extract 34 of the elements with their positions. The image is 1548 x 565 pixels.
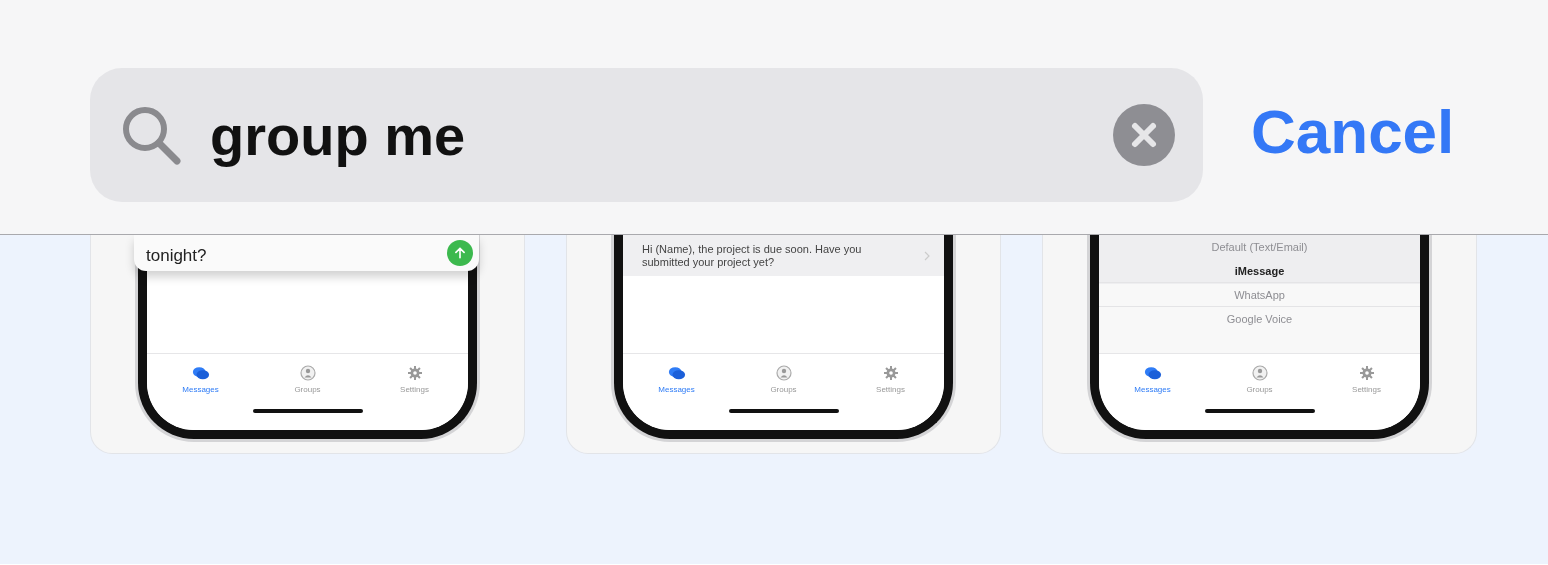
screenshot-card[interactable]: Hi (Name), the project is due soon. Have you submitted your project yet? Messages Groups Settings: [566, 235, 1001, 454]
tab-label[interactable]: Messages: [658, 385, 695, 394]
search-icon: [120, 104, 182, 166]
person-icon[interactable]: [774, 365, 793, 381]
picker-option[interactable]: Google Voice: [1099, 307, 1420, 331]
settings-icon[interactable]: [1357, 365, 1376, 381]
search-query: group me: [210, 102, 467, 168]
clear-icon[interactable]: [1113, 104, 1175, 166]
person-icon[interactable]: [298, 365, 317, 381]
screenshot-card[interactable]: tonight? Messages Groups Settings: [90, 235, 525, 454]
search-field[interactable]: group me: [90, 68, 1203, 202]
chat-bubbles-icon[interactable]: [191, 365, 210, 381]
message-preview: Hi (Name), the project is due soon. Have you submitted your project yet?: [642, 242, 863, 269]
chevron-icon: [924, 250, 930, 261]
settings-icon[interactable]: [405, 365, 424, 381]
tab-label[interactable]: Groups: [770, 385, 797, 394]
tab-label[interactable]: Groups: [294, 385, 321, 394]
tab-label[interactable]: Settings: [1352, 385, 1381, 394]
picker-option[interactable]: Default (Text/Email): [1099, 235, 1420, 259]
chat-bubbles-icon[interactable]: [667, 365, 686, 381]
message-text: tonight?: [146, 246, 207, 266]
picker-option[interactable]: iMessage: [1099, 259, 1420, 283]
settings-icon[interactable]: [881, 365, 900, 381]
tab-label[interactable]: Messages: [182, 385, 219, 394]
picker-option[interactable]: WhatsApp: [1099, 283, 1420, 307]
chat-bubbles-icon[interactable]: [1143, 365, 1162, 381]
person-icon[interactable]: [1250, 365, 1269, 381]
tab-label[interactable]: Groups: [1246, 385, 1273, 394]
tab-label[interactable]: Messages: [1134, 385, 1171, 394]
cancel-button[interactable]: Cancel: [1251, 96, 1455, 167]
send-icon: [447, 240, 473, 266]
tab-label[interactable]: Settings: [400, 385, 429, 394]
tab-label[interactable]: Settings: [876, 385, 905, 394]
screenshot-card[interactable]: Default (Text/Email) iMessage WhatsApp Google Voice Messages Groups Settings: [1042, 235, 1477, 454]
